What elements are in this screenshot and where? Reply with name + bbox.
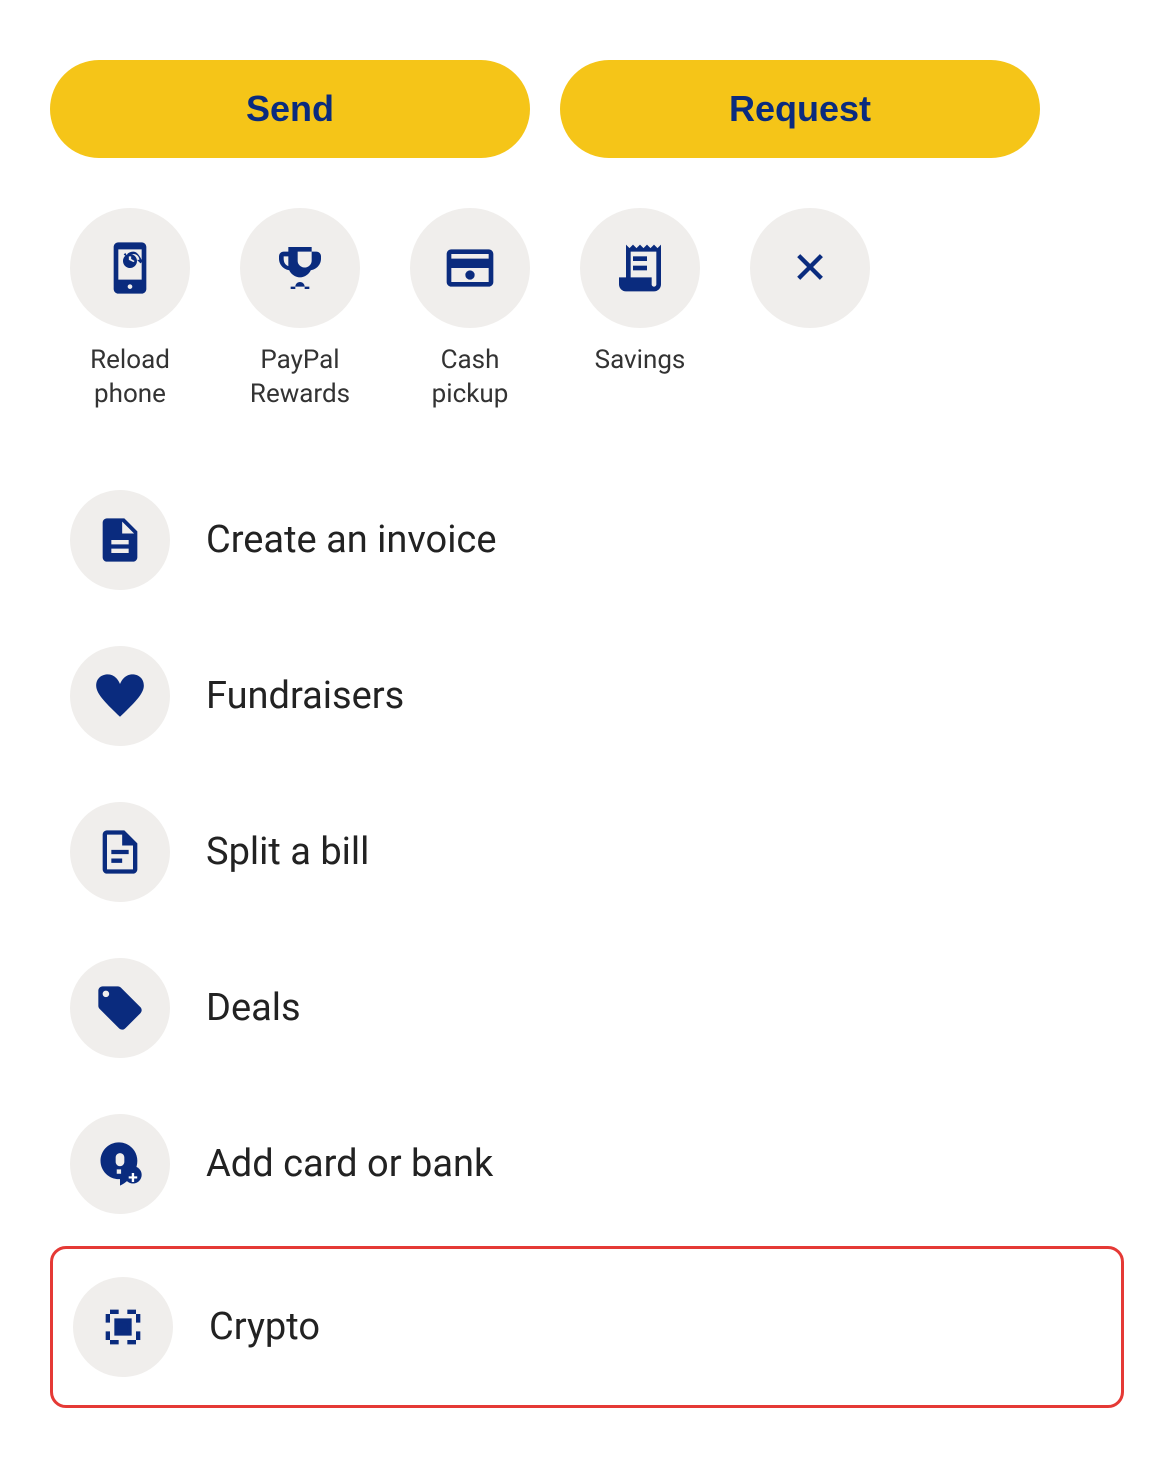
menu-item-deals[interactable]: Deals — [50, 930, 1124, 1086]
savings-icon — [612, 240, 668, 296]
savings-icon-circle — [580, 208, 700, 328]
quick-action-cash-pickup[interactable]: Cash pickup — [400, 208, 540, 412]
menu-item-add-card-bank[interactable]: + Add card or bank — [50, 1086, 1124, 1242]
deals-label: Deals — [206, 986, 301, 1030]
menu-list: Create an invoice Fundraisers Split a bi… — [50, 462, 1124, 1412]
invoice-icon — [94, 514, 146, 566]
add-bank-icon-circle: + — [70, 1114, 170, 1214]
reload-phone-label: Reload phone — [60, 344, 200, 412]
quick-actions-row: Reload phone PayPal Rewards Cash pickup … — [50, 208, 1124, 412]
send-button[interactable]: Send — [50, 60, 530, 158]
crypto-label: Crypto — [209, 1305, 320, 1349]
quick-action-reload-phone[interactable]: Reload phone — [60, 208, 200, 412]
invoice-icon-circle — [70, 490, 170, 590]
trophy-icon — [272, 240, 328, 296]
menu-item-fundraisers[interactable]: Fundraisers — [50, 618, 1124, 774]
add-card-bank-label: Add card or bank — [206, 1142, 493, 1186]
paypal-rewards-label: PayPal Rewards — [230, 344, 370, 412]
top-buttons-row: Send Request — [50, 60, 1124, 158]
paypal-rewards-icon-circle — [240, 208, 360, 328]
cash-pickup-icon — [442, 240, 498, 296]
add-bank-icon: + — [94, 1138, 146, 1190]
reload-phone-icon — [102, 240, 158, 296]
deals-icon — [94, 982, 146, 1034]
split-bill-label: Split a bill — [206, 830, 369, 874]
crypto-icon — [97, 1301, 149, 1353]
fundraisers-icon-circle — [70, 646, 170, 746]
crypto-icon-circle — [73, 1277, 173, 1377]
fundraisers-label: Fundraisers — [206, 674, 404, 718]
fundraisers-icon — [94, 670, 146, 722]
savings-label: Savings — [595, 344, 686, 378]
deals-icon-circle — [70, 958, 170, 1058]
split-bill-icon — [94, 826, 146, 878]
quick-action-close[interactable]: ✕ — [740, 208, 880, 328]
split-bill-icon-circle — [70, 802, 170, 902]
svg-text:+: + — [128, 1168, 137, 1188]
reload-phone-icon-circle — [70, 208, 190, 328]
menu-item-create-invoice[interactable]: Create an invoice — [50, 462, 1124, 618]
quick-action-savings[interactable]: Savings — [570, 208, 710, 378]
close-icon: ✕ — [792, 246, 829, 290]
create-invoice-label: Create an invoice — [206, 518, 496, 562]
cash-pickup-label: Cash pickup — [400, 344, 540, 412]
cash-pickup-icon-circle — [410, 208, 530, 328]
menu-item-crypto[interactable]: Crypto — [50, 1246, 1124, 1408]
close-icon-circle: ✕ — [750, 208, 870, 328]
menu-item-split-bill[interactable]: Split a bill — [50, 774, 1124, 930]
quick-action-paypal-rewards[interactable]: PayPal Rewards — [230, 208, 370, 412]
request-button[interactable]: Request — [560, 60, 1040, 158]
